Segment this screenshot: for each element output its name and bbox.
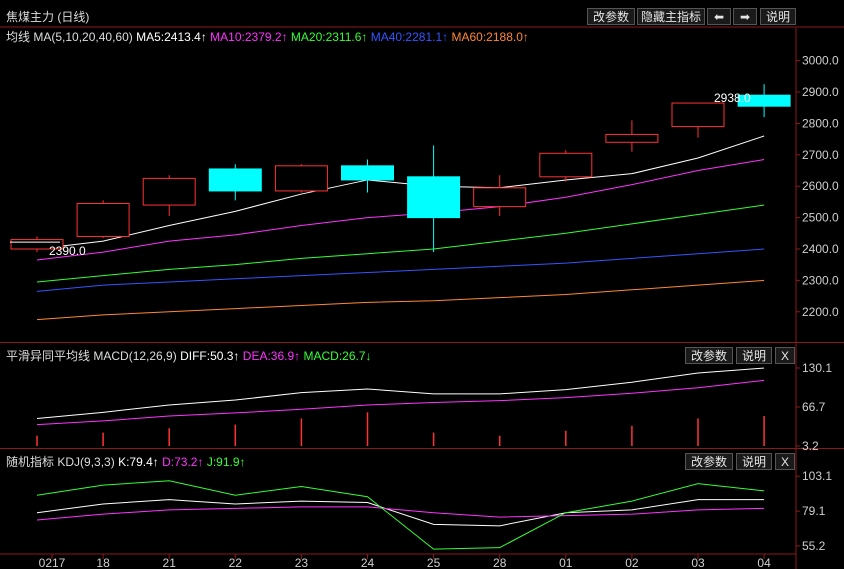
y-tick-label: 130.1 xyxy=(802,361,832,375)
x-tick-label: 01 xyxy=(559,556,573,569)
y-tick-label: 79.1 xyxy=(802,504,826,518)
low-price-label: 2390.0 xyxy=(49,244,86,258)
x-tick-label: 25 xyxy=(427,556,441,569)
x-tick-label: 24 xyxy=(361,556,375,569)
candle-up xyxy=(274,165,328,192)
ma-line-ma10 xyxy=(36,159,765,261)
y-tick-label: 2900.0 xyxy=(802,85,839,99)
x-tick-label: 28 xyxy=(493,556,507,569)
y-tick-label: 103.1 xyxy=(802,469,832,483)
diff-line xyxy=(36,367,765,419)
y-tick-label: 3.2 xyxy=(802,439,819,453)
y-tick-label: 2400.0 xyxy=(802,242,839,256)
y-tick-label: 3000.0 xyxy=(802,54,839,68)
x-tick-label: 18 xyxy=(96,556,110,569)
y-tick-label: 2300.0 xyxy=(802,273,839,287)
candle-down xyxy=(341,165,394,181)
ma-line-ma40 xyxy=(36,248,765,292)
y-tick-label: 55.2 xyxy=(802,539,826,553)
candle-down xyxy=(407,176,461,219)
candle-up xyxy=(605,133,659,143)
dea-line xyxy=(36,379,765,426)
candle-up xyxy=(142,177,196,206)
y-tick-label: 2800.0 xyxy=(802,116,839,130)
x-tick-label: 0217 xyxy=(39,556,66,569)
x-tick-label: 22 xyxy=(229,556,243,569)
x-tick-label: 02 xyxy=(625,556,639,569)
kline-chart[interactable]: 2200.0 2300.0 2400.0 2500.0 2600.0 2700.0 2800… xyxy=(0,0,844,569)
x-tick-label: 23 xyxy=(295,556,309,569)
x-tick-label: 21 xyxy=(163,556,177,569)
candle-up xyxy=(539,152,593,178)
ma-line-ma60 xyxy=(36,279,765,321)
ma-line-ma20 xyxy=(36,204,765,283)
y-tick-label: 2600.0 xyxy=(802,179,839,193)
y-tick-label: 66.7 xyxy=(802,400,826,414)
candle-up xyxy=(473,187,527,208)
candle-up xyxy=(671,102,725,128)
high-price-label: 2938.0 xyxy=(714,91,751,105)
candle-up xyxy=(76,202,130,237)
j-line xyxy=(36,480,765,550)
y-tick-label: 2700.0 xyxy=(802,148,839,162)
y-tick-label: 2200.0 xyxy=(802,305,839,319)
y-tick-label: 2500.0 xyxy=(802,211,839,225)
candle-down xyxy=(208,168,262,192)
x-tick-label: 04 xyxy=(757,556,771,569)
x-tick-label: 03 xyxy=(691,556,705,569)
